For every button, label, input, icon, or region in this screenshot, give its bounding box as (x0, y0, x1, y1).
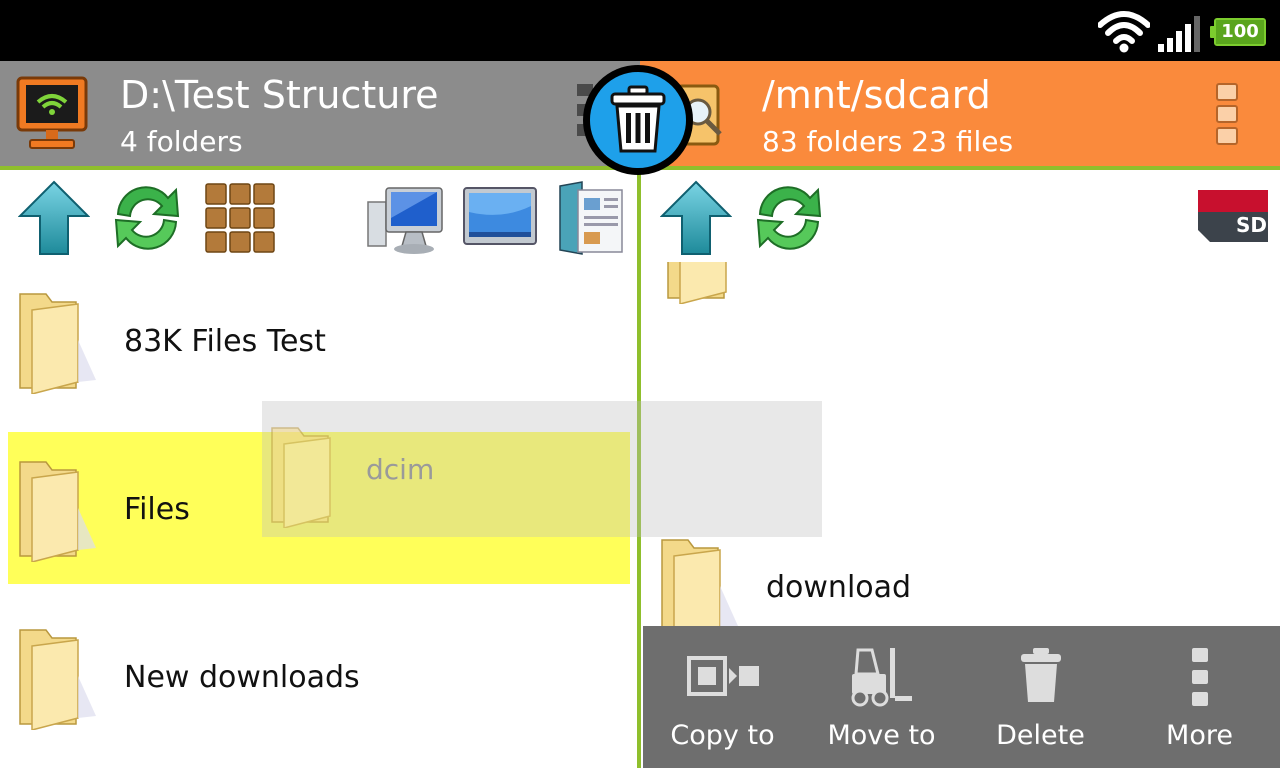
move-to-label: Move to (827, 720, 936, 751)
more-vertical-icon (1192, 648, 1208, 706)
folder-icon (19, 293, 96, 394)
documents-icon[interactable] (556, 180, 626, 258)
list-item-new-downloads[interactable]: New downloads (124, 658, 360, 698)
folder-icon (658, 262, 750, 304)
desktop-screen-icon[interactable] (462, 186, 538, 248)
right-pane-subtitle: 83 folders 23 files (762, 125, 1014, 158)
signal-icon (1158, 16, 1200, 52)
refresh-icon[interactable] (750, 180, 828, 256)
left-pane-subtitle: 4 folders (120, 125, 243, 158)
left-pane-title: D:\Test Structure (120, 73, 439, 117)
grid-view-icon[interactable] (204, 182, 276, 254)
battery-level: 100 (1216, 20, 1264, 44)
copy-to-icon (687, 656, 759, 696)
folder-icon (19, 629, 96, 730)
move-to-button[interactable]: Move to (802, 626, 961, 768)
up-arrow-icon[interactable] (18, 180, 90, 256)
status-bar (0, 0, 1280, 61)
copy-to-label: Copy to (670, 720, 775, 751)
trash-icon (610, 85, 666, 153)
list-item-download[interactable]: download (766, 568, 911, 608)
more-label: More (1166, 720, 1233, 751)
drag-item-label: dcim (366, 453, 435, 486)
delete-button[interactable]: Delete (961, 626, 1120, 768)
overflow-menu-icon[interactable] (1214, 82, 1240, 146)
folder-icon (661, 539, 738, 640)
delete-label: Delete (996, 720, 1085, 751)
sd-card-icon[interactable]: SD (1196, 188, 1270, 244)
right-pane-title: /mnt/sdcard (762, 73, 991, 117)
computer-icon[interactable] (366, 184, 446, 256)
remote-computer-icon[interactable] (16, 76, 88, 152)
copy-to-button[interactable]: Copy to (643, 626, 802, 768)
sd-card-label: SD (1236, 213, 1268, 237)
trash-icon (1021, 648, 1061, 702)
up-arrow-icon[interactable] (660, 180, 732, 256)
refresh-icon[interactable] (108, 180, 186, 256)
battery-icon: 100 (1210, 18, 1268, 48)
trash-drop-target[interactable] (583, 65, 693, 175)
list-item-files[interactable]: Files (124, 490, 190, 530)
folder-icon (271, 427, 331, 528)
more-button[interactable]: More (1120, 626, 1279, 768)
folder-icon (19, 461, 96, 562)
list-item-83k-files-test[interactable]: 83K Files Test (124, 322, 326, 362)
wifi-icon (1098, 11, 1150, 53)
forklift-icon (851, 648, 912, 707)
